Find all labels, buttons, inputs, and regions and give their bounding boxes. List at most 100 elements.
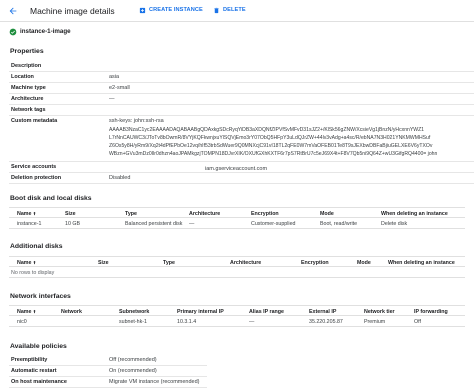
policy-row-preemptibility: Preemptibility Off (recommended) [9,355,207,366]
cell-when-deleting: Delete disk [381,221,408,227]
col-header-network[interactable]: Network [61,309,82,315]
table-header-row: Name Network Subnetwork Primary internal… [9,305,465,316]
prop-value: asia [109,74,120,80]
additional-disks-title: Additional disks [10,243,63,250]
col-header-external-ip[interactable]: External IP [309,309,336,315]
prop-row-machine-type: Machine type e2-small [9,83,474,94]
col-header-primary-ip[interactable]: Primary internal IP [177,309,224,315]
policy-row-automatic-restart: Automatic restart On (recommended) [9,366,207,377]
col-header-size[interactable]: Size [98,260,109,266]
trash-icon [214,7,219,14]
cell-mode: Boot, read/write [320,221,358,227]
cell-alias-ip: — [249,319,255,325]
delete-button[interactable]: DELETE [213,7,246,14]
prop-row-architecture: Architecture — [9,94,474,105]
cell-ip-forwarding: Off [414,319,421,325]
col-header-architecture[interactable]: Architecture [189,211,220,217]
boot-disks-title: Boot disk and local disks [10,195,92,202]
cell-name: nic0 [17,319,27,325]
col-header-name[interactable]: Name [17,211,37,217]
back-arrow-icon[interactable] [8,6,18,16]
page-title: Machine image details [30,6,115,16]
metadata-line: WBzn+GVu3mDz0Ilr0dhzn4aoJPAMkgzjTOMPN18D… [109,151,438,157]
delete-label: DELETE [223,7,246,14]
image-name: instance-1-image [20,28,71,36]
table-header-row: Name Size Type Architecture Encryption M… [9,256,465,267]
cell-primary-ip: 10.3.1.4 [177,319,197,325]
col-header-ip-forwarding[interactable]: IP forwarding [414,309,448,315]
table-header-row: Name Size Type Architecture Encryption M… [9,207,465,218]
prop-value: — [109,96,115,102]
metadata-line: AAAAB3NzaC1yc2EAAAADAQABAABgQDAxkgSDcRyq… [109,127,425,133]
col-header-network-tier[interactable]: Network tier [364,309,395,315]
image-status: instance-1-image [9,28,71,36]
cell-network-tier: Premium [364,319,386,325]
col-header-mode[interactable]: Mode [357,260,371,266]
col-header-name[interactable]: Name [17,309,37,315]
sort-arrow-icon [33,309,37,314]
cell-external-ip: 35.220.205.87 [309,319,343,325]
prop-row-service-accounts: Service accounts iam.gserviceaccount.com [9,162,474,173]
metadata-line: L7rNnCAUWC3/JToTv8bOwmR/8VYjKQFkwnjxuYlS… [109,135,431,141]
col-header-when-deleting[interactable]: When deleting an instance [381,211,448,217]
prop-row-network-tags: Network tags [9,105,474,116]
cell-architecture: — [189,221,195,227]
properties-title: Properties [10,48,44,55]
col-header-encryption[interactable]: Encryption [301,260,329,266]
prop-row-location: Location asia [9,72,474,83]
add-box-icon [139,7,146,14]
network-interfaces-table: Name Network Subnetwork Primary internal… [9,305,465,329]
page-header: Machine image details CREATE INSTANCE DE… [0,0,474,22]
col-header-when-deleting[interactable]: When deleting an instance [388,260,455,266]
col-header-subnetwork[interactable]: Subnetwork [119,309,149,315]
col-header-name[interactable]: Name [17,260,37,266]
col-header-mode[interactable]: Mode [320,211,334,217]
col-header-encryption[interactable]: Encryption [251,211,279,217]
col-header-architecture[interactable]: Architecture [230,260,261,266]
prop-row-description: Description [9,61,474,72]
cell-type: Balanced persistent disk [125,221,183,227]
additional-disks-table: Name Size Type Architecture Encryption M… [9,256,465,280]
prop-key: Network tags [11,107,46,113]
prop-row-deletion-protection: Deletion protection Disabled [9,173,474,184]
prop-value: ssh-keys: john:ssh-rsa [109,118,164,124]
table-row: nic0 subnet-hk-1 10.3.1.4 — 35.220.205.8… [9,316,465,327]
policy-value: Off (recommended) [109,357,157,363]
metadata-line: Z6Os5y8H/yRm9/Xq2t4dPfEPbOe12vq/hIf53trb… [109,143,433,149]
col-header-alias-ip[interactable]: Alias IP range [249,309,284,315]
sort-arrow-icon [33,260,37,265]
sort-arrow-icon [33,211,37,216]
boot-disks-table: Name Size Type Architecture Encryption M… [9,207,465,231]
prop-key: Description [11,63,42,69]
cell-name: instance-1 [17,221,42,227]
policy-key: Preemptibility [11,357,48,363]
prop-value: Disabled [109,175,131,181]
policy-key: Automatic restart [11,368,57,374]
prop-key: Service accounts [11,164,57,170]
policy-value: On (recommended) [109,368,157,374]
table-row: instance-1 10 GB Balanced persistent dis… [9,218,465,229]
create-instance-label: CREATE INSTANCE [149,7,203,14]
policy-value: Migrate VM instance (recommended) [109,379,200,385]
prop-key: Machine type [11,85,46,91]
empty-message: No rows to display [11,270,55,276]
prop-key: Location [11,74,34,80]
col-header-type[interactable]: Type [163,260,175,266]
prop-key: Deletion protection [11,175,62,181]
prop-key: Custom metadata [11,118,58,124]
network-interfaces-title: Network interfaces [10,293,71,300]
cell-size: 10 GB [65,221,81,227]
col-header-type[interactable]: Type [125,211,137,217]
cell-subnetwork: subnet-hk-1 [119,319,147,325]
create-instance-button[interactable]: CREATE INSTANCE [139,7,203,14]
policy-key: On host maintenance [11,379,67,385]
prop-value: iam.gserviceaccount.com [205,166,268,172]
check-circle-icon [9,28,17,36]
available-policies-title: Available policies [10,343,67,350]
prop-key: Architecture [11,96,44,102]
col-header-size[interactable]: Size [65,211,76,217]
policy-row-on-host-maintenance: On host maintenance Migrate VM instance … [9,377,207,388]
cell-encryption: Customer-supplied [251,221,296,227]
empty-row: No rows to display [9,267,465,278]
prop-row-custom-metadata: Custom metadata ssh-keys: john:ssh-rsa A… [9,116,474,162]
